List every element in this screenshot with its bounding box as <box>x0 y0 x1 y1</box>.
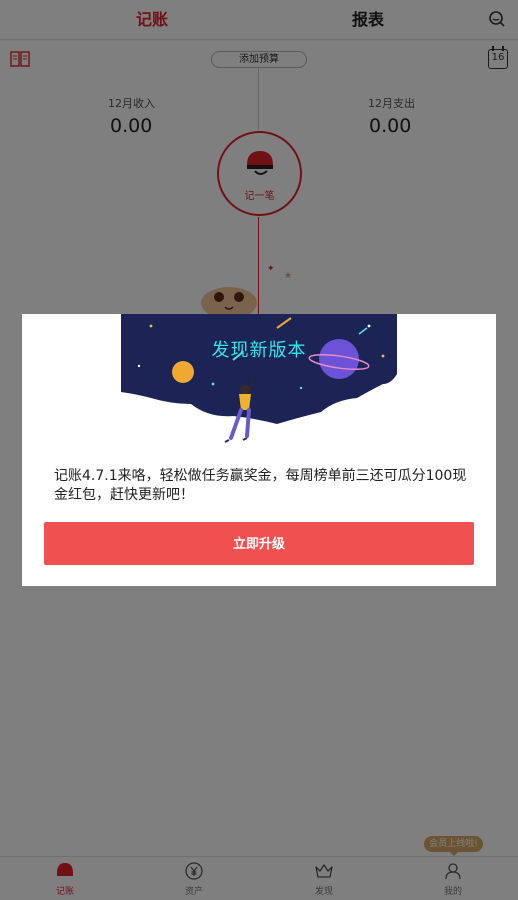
update-dialog: 发现新版本 记账4.7.1来咯，轻松做任务赢奖金，每周榜单前三还可瓜分100现金… <box>22 314 496 586</box>
banner-title: 发现新版本 <box>211 340 307 361</box>
update-message: 记账4.7.1来咯，轻松做任务赢奖金，每周榜单前三还可瓜分100现金红包，赶快更… <box>54 468 467 503</box>
upgrade-now-button[interactable]: 立即升级 <box>44 522 474 565</box>
space-banner <box>121 314 397 443</box>
